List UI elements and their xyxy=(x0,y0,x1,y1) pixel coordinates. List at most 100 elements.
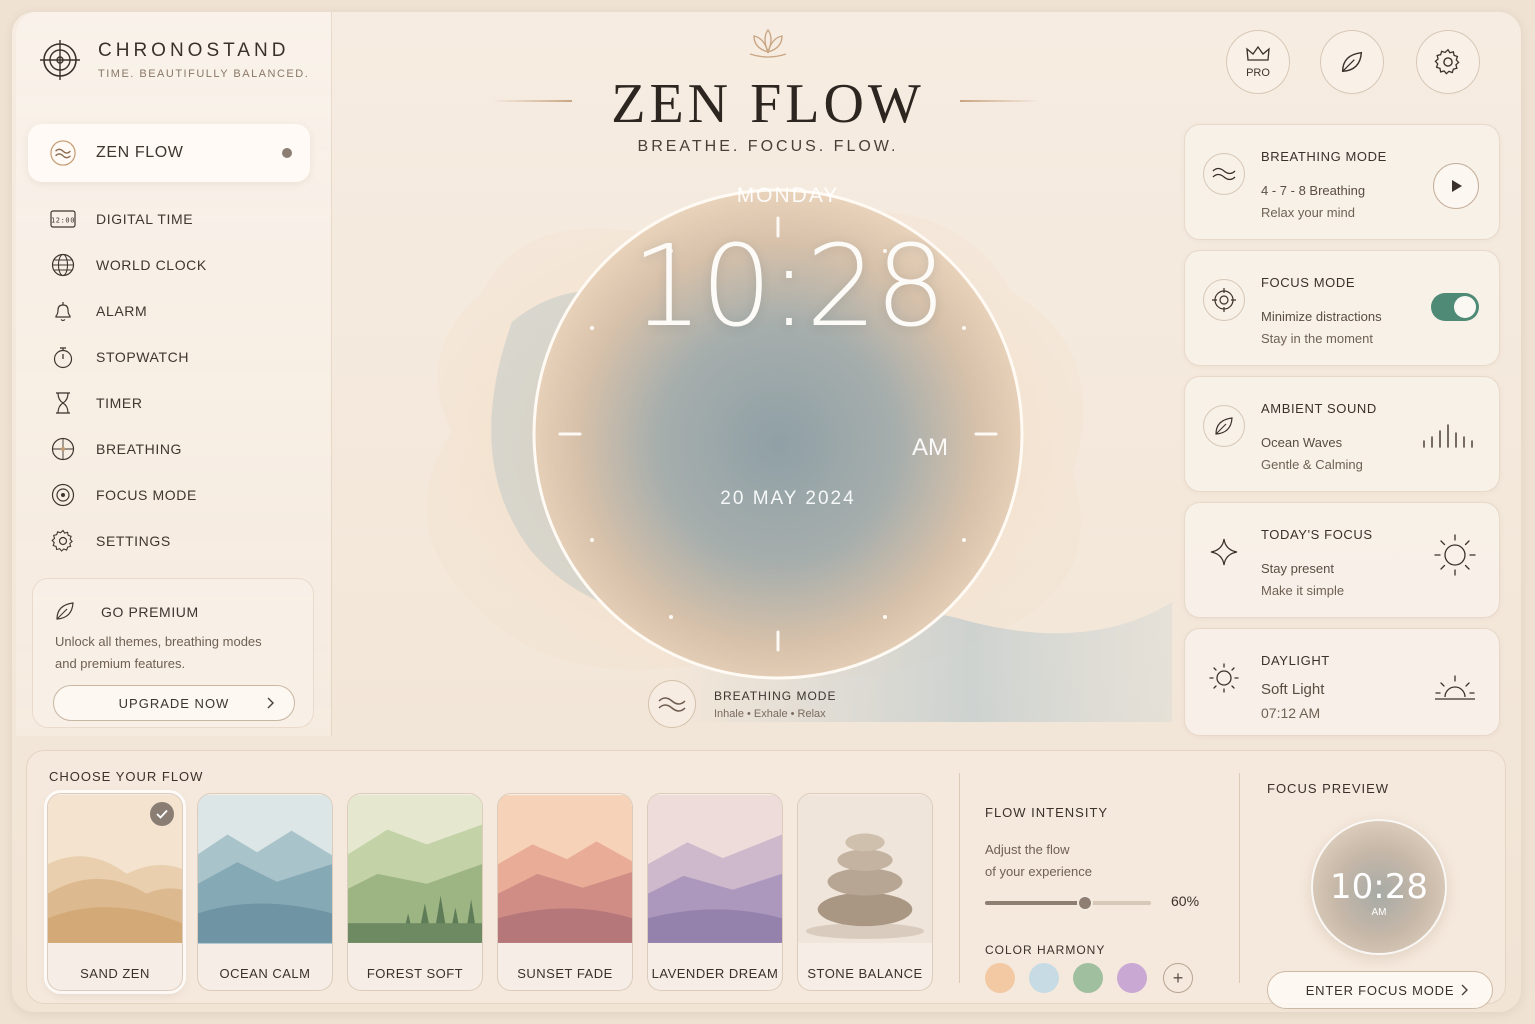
hourglass-icon xyxy=(50,390,76,416)
breathing-mode-indicator[interactable]: BREATHING MODE Inhale • Exhale • Relax xyxy=(648,680,836,728)
sun-icon xyxy=(1203,657,1245,699)
section-divider xyxy=(959,773,960,983)
flow-card-sand-zen[interactable]: SAND ZEN xyxy=(47,793,183,991)
stacked-stones-image xyxy=(798,795,932,943)
section-divider xyxy=(1239,773,1240,983)
color-harmony-title: COLOR HARMONY xyxy=(985,943,1106,957)
sidebar-item-focus-mode[interactable]: FOCUS MODE xyxy=(28,472,310,518)
sidebar-item-breathing[interactable]: BREATHING xyxy=(28,426,310,472)
sidebar-item-digital-time[interactable]: 12:00 DIGITAL TIME xyxy=(28,196,310,242)
premium-description: Unlock all themes, breathing modes and p… xyxy=(55,634,262,671)
sidebar: CHRONOSTAND TIME. BEAUTIFULLY BALANCED. … xyxy=(16,12,332,736)
settings-button[interactable] xyxy=(1416,30,1480,94)
ambient-sound-card[interactable]: AMBIENT SOUND Ocean Waves Gentle & Calmi… xyxy=(1184,376,1500,492)
breathing-mini-title: BREATHING MODE xyxy=(714,688,837,703)
upgrade-now-button[interactable]: UPGRADE NOW xyxy=(53,685,295,721)
sidebar-item-label: ALARM xyxy=(96,303,148,319)
card-line2: Stay in the moment xyxy=(1261,331,1373,346)
sidebar-item-label: TIMER xyxy=(96,395,143,411)
sidebar-item-label: DIGITAL TIME xyxy=(96,211,194,227)
flow-card-stone-balance[interactable]: STONE BALANCE xyxy=(797,793,933,991)
card-line1: Stay present xyxy=(1261,561,1334,576)
focus-preview-title: FOCUS PREVIEW xyxy=(1267,781,1390,796)
breathing-icon xyxy=(50,436,76,462)
choose-flow-title: CHOOSE YOUR FLOW xyxy=(49,769,204,784)
clock-time: 10:28 xyxy=(631,222,947,352)
crown-icon xyxy=(1246,45,1270,61)
focus-mode-card: FOCUS MODE Minimize distractions Stay in… xyxy=(1184,250,1500,366)
chevron-right-icon xyxy=(267,697,274,709)
leaf-icon xyxy=(53,599,79,625)
chevron-right-icon xyxy=(1461,984,1468,996)
enter-focus-mode-button[interactable]: ENTER FOCUS MODE xyxy=(1267,971,1493,1009)
card-line2: Make it simple xyxy=(1261,583,1345,598)
app-window: CHRONOSTAND TIME. BEAUTIFULLY BALANCED. … xyxy=(12,12,1521,1012)
add-color-button[interactable]: + xyxy=(1163,963,1193,993)
color-swatch-blue[interactable] xyxy=(1029,963,1059,993)
card-line2: 07:12 AM xyxy=(1261,705,1321,721)
lavender-mountains-image xyxy=(648,795,782,943)
flow-intensity-value: 60% xyxy=(1171,893,1200,909)
main-area: ZEN FLOW BREATHE. FOCUS. FLOW. PRO MONDA… xyxy=(332,12,1521,736)
target-icon xyxy=(1203,279,1245,321)
preview-time: 10:28 xyxy=(1330,867,1428,907)
flow-card-lavender-dream[interactable]: LAVENDER DREAM xyxy=(647,793,783,991)
flow-card-sunset-fade[interactable]: SUNSET FADE xyxy=(497,793,633,991)
globe-icon xyxy=(50,252,76,278)
sound-wave-icon xyxy=(1423,424,1473,448)
brand-name: CHRONOSTAND xyxy=(98,40,290,61)
sidebar-item-label: FOCUS MODE xyxy=(96,487,197,503)
page-subtitle: BREATHE. FOCUS. FLOW. xyxy=(637,138,899,155)
flow-card-label: OCEAN CALM xyxy=(219,965,311,981)
card-line1: Ocean Waves xyxy=(1261,435,1343,450)
breathing-mode-card[interactable]: BREATHING MODE 4 - 7 - 8 Breathing Relax… xyxy=(1184,124,1500,240)
sidebar-item-zen-flow[interactable]: ZEN FLOW xyxy=(28,124,310,182)
flow-card-forest-soft[interactable]: FOREST SOFT xyxy=(347,793,483,991)
slider-fill xyxy=(985,901,1085,905)
card-line2: Gentle & Calming xyxy=(1261,457,1363,472)
pro-button[interactable]: PRO xyxy=(1226,30,1290,94)
slider-knob[interactable] xyxy=(1076,895,1093,911)
sunset-mountains-image xyxy=(498,795,632,943)
flow-card-label: FOREST SOFT xyxy=(366,965,464,981)
sidebar-item-label: BREATHING xyxy=(96,441,183,457)
flow-card-label: LAVENDER DREAM xyxy=(651,965,779,981)
card-line1: Soft Light xyxy=(1261,681,1325,698)
card-title: BREATHING MODE xyxy=(1261,149,1387,164)
waves-icon xyxy=(648,680,696,728)
sidebar-item-label: ZEN FLOW xyxy=(96,144,184,161)
theme-leaf-button[interactable] xyxy=(1320,30,1384,94)
sidebar-item-world-clock[interactable]: WORLD CLOCK xyxy=(28,242,310,288)
preview-ampm: AM xyxy=(1371,907,1387,918)
sidebar-item-stopwatch[interactable]: STOPWATCH xyxy=(28,334,310,380)
color-swatch-green[interactable] xyxy=(1073,963,1103,993)
todays-focus-card[interactable]: TODAY'S FOCUS Stay present Make it simpl… xyxy=(1184,502,1500,618)
flow-intensity-slider[interactable] xyxy=(985,895,1151,911)
flow-card-label: SUNSET FADE xyxy=(517,965,613,981)
sidebar-item-settings[interactable]: SETTINGS xyxy=(28,518,310,564)
upgrade-now-label: UPGRADE NOW xyxy=(118,695,230,711)
target-icon xyxy=(50,482,76,508)
info-cards: BREATHING MODE 4 - 7 - 8 Breathing Relax… xyxy=(1184,124,1500,746)
sunrise-icon xyxy=(1435,675,1475,700)
flow-intensity-desc-line1: Adjust the flow xyxy=(985,842,1070,857)
card-line2: Relax your mind xyxy=(1261,205,1355,220)
premium-card: GO PREMIUM Unlock all themes, breathing … xyxy=(32,578,314,728)
enter-focus-mode-label: ENTER FOCUS MODE xyxy=(1305,982,1455,998)
card-title: FOCUS MODE xyxy=(1261,275,1356,290)
page-title: ZEN FLOW xyxy=(611,73,925,135)
card-line1: 4 - 7 - 8 Breathing xyxy=(1261,183,1366,198)
daylight-card[interactable]: DAYLIGHT Soft Light 07:12 AM xyxy=(1184,628,1500,736)
active-indicator-dot xyxy=(282,148,292,158)
digital-clock-icon: 12:00 xyxy=(50,206,76,232)
color-swatch-peach[interactable] xyxy=(985,963,1015,993)
brand-logo-icon xyxy=(40,40,80,80)
color-swatch-lavender[interactable] xyxy=(1117,963,1147,993)
flow-card-ocean-calm[interactable]: OCEAN CALM xyxy=(197,793,333,991)
sidebar-item-timer[interactable]: TIMER xyxy=(28,380,310,426)
plus-icon: + xyxy=(1172,967,1184,988)
sidebar-item-alarm[interactable]: ALARM xyxy=(28,288,310,334)
play-button[interactable] xyxy=(1433,163,1479,209)
sparkle-icon xyxy=(1203,531,1245,573)
focus-mode-toggle[interactable] xyxy=(1431,293,1479,321)
